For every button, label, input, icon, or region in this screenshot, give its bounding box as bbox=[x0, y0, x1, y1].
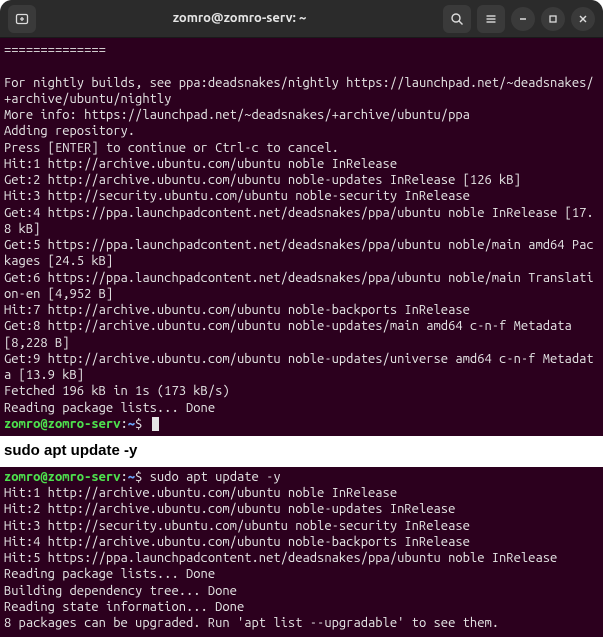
typed-command: sudo apt update -y bbox=[150, 470, 281, 484]
minimize-icon bbox=[518, 14, 528, 24]
output-line: Adding repository. bbox=[4, 124, 135, 138]
new-tab-icon bbox=[15, 12, 29, 26]
maximize-button[interactable] bbox=[541, 7, 565, 31]
maximize-icon bbox=[548, 14, 558, 24]
close-icon bbox=[578, 14, 588, 24]
hamburger-icon bbox=[484, 12, 498, 26]
terminal-window: zomro@zomro-serv: ~ bbox=[0, 0, 603, 436]
output-line: Get:5 https://ppa.launchpadcontent.net/d… bbox=[4, 238, 594, 268]
output-line: Get:2 http://archive.ubuntu.com/ubuntu n… bbox=[4, 173, 521, 187]
prompt-colon: : bbox=[120, 470, 127, 484]
new-tab-button[interactable] bbox=[8, 5, 36, 33]
output-line: Reading package lists... Done bbox=[4, 401, 215, 415]
prompt-sigil: $ bbox=[135, 417, 142, 431]
output-line: Hit:4 http://archive.ubuntu.com/ubuntu n… bbox=[4, 535, 470, 549]
output-line: Get:4 https://ppa.launchpadcontent.net/d… bbox=[4, 206, 594, 236]
output-line: Hit:7 http://archive.ubuntu.com/ubuntu n… bbox=[4, 303, 470, 317]
prompt-user: zomro@zomro-serv bbox=[4, 470, 120, 484]
output-line: Get:8 http://archive.ubuntu.com/ubuntu n… bbox=[4, 319, 579, 349]
output-line: Hit:2 http://archive.ubuntu.com/ubuntu n… bbox=[4, 502, 455, 516]
output-line: Reading package lists... Done bbox=[4, 567, 215, 581]
terminal-output-2[interactable]: zomro@zomro-serv:~$ sudo apt update -y H… bbox=[0, 467, 603, 637]
prompt-user: zomro@zomro-serv bbox=[4, 417, 120, 431]
output-line: Get:6 https://ppa.launchpadcontent.net/d… bbox=[4, 271, 594, 301]
prompt-path: ~ bbox=[128, 470, 135, 484]
output-line: Press [ENTER] to continue or Ctrl-c to c… bbox=[4, 141, 339, 155]
close-button[interactable] bbox=[571, 7, 595, 31]
output-line: Hit:1 http://archive.ubuntu.com/ubuntu n… bbox=[4, 157, 397, 171]
output-line: Get:9 http://archive.ubuntu.com/ubuntu n… bbox=[4, 352, 594, 382]
output-line: 8 packages can be upgraded. Run 'apt lis… bbox=[4, 616, 499, 630]
prompt-colon: : bbox=[120, 417, 127, 431]
titlebar: zomro@zomro-serv: ~ bbox=[0, 0, 603, 38]
menu-button[interactable] bbox=[477, 5, 505, 33]
window-title: zomro@zomro-serv: ~ bbox=[173, 10, 307, 26]
section-heading: sudo apt update -y bbox=[0, 436, 603, 467]
output-line: More info: https://launchpad.net/~deadsn… bbox=[4, 108, 470, 122]
output-line: Fetched 196 kB in 1s (173 kB/s) bbox=[4, 384, 230, 398]
output-line: Hit:3 http://security.ubuntu.com/ubuntu … bbox=[4, 519, 470, 533]
prompt-sigil: $ bbox=[135, 470, 142, 484]
prompt-path: ~ bbox=[128, 417, 135, 431]
output-line: Hit:3 http://security.ubuntu.com/ubuntu … bbox=[4, 189, 470, 203]
output-line: Hit:5 https://ppa.launchpadcontent.net/d… bbox=[4, 551, 557, 565]
output-line: Building dependency tree... Done bbox=[4, 584, 237, 598]
search-icon bbox=[450, 12, 464, 26]
cursor-icon bbox=[152, 417, 159, 431]
separator-line: ============== bbox=[4, 43, 106, 57]
minimize-button[interactable] bbox=[511, 7, 535, 31]
search-button[interactable] bbox=[443, 5, 471, 33]
output-line: Hit:1 http://archive.ubuntu.com/ubuntu n… bbox=[4, 486, 397, 500]
terminal-output-1[interactable]: ============== For nightly builds, see p… bbox=[0, 38, 603, 436]
output-line: Reading state information... Done bbox=[4, 600, 244, 614]
output-line: For nightly builds, see ppa:deadsnakes/n… bbox=[4, 76, 594, 106]
